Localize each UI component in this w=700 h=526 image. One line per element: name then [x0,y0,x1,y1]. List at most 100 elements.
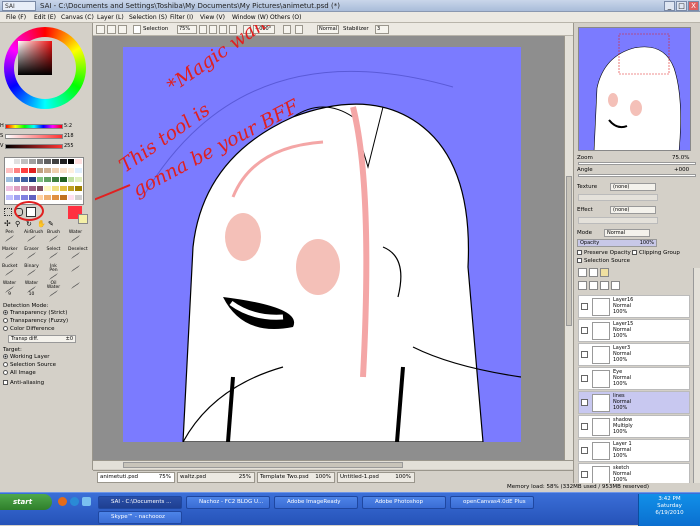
brush-tool[interactable]: Deselect [68,247,88,262]
brush-tool[interactable]: Oil Water [46,281,61,297]
brush-tool[interactable]: Water 9 [2,281,17,297]
layer-visibility-icon[interactable] [581,303,588,310]
drawing-canvas[interactable] [123,47,521,442]
color-swatch[interactable] [36,177,44,182]
invert-tool-icon[interactable] [107,25,116,34]
brush-tool[interactable]: Water [68,230,83,245]
rotate-left-icon[interactable] [243,25,251,34]
clock-time[interactable]: 3:42 PM [639,496,700,503]
task-sai[interactable]: SAI - C:\Documents ... [98,496,182,509]
horizontal-scrollbar[interactable] [93,460,573,469]
anti-aliasing-checkbox[interactable]: Anti-aliasing [3,380,44,387]
selection-source-checkbox[interactable]: Selection Source [577,258,630,265]
layer-row[interactable]: Layer3 Normal 100% [578,343,690,366]
brush-tool[interactable]: Binary [24,264,39,279]
clear-layer-icon[interactable] [600,281,609,290]
mode-dropdown[interactable]: Normal [604,229,650,237]
color-swatch[interactable] [59,177,67,182]
horizontal-scroll-thumb[interactable] [123,462,403,468]
detect-strict-radio[interactable]: Transparency (Strict) [3,310,67,317]
navigator-preview[interactable] [578,27,691,151]
new-layer-icon[interactable] [578,268,587,277]
color-swatch[interactable] [67,186,75,191]
effect-width-slider[interactable] [578,217,658,224]
task-skype[interactable]: Skype™ - nachoooz [98,511,182,524]
firefox-icon[interactable] [58,497,67,506]
color-swatch[interactable] [67,195,75,200]
texture-scale-slider[interactable] [578,194,658,201]
zoom-in-icon[interactable] [209,25,217,34]
color-swatch[interactable] [13,159,21,164]
color-swatch[interactable] [29,195,36,200]
opacity-slider[interactable]: Opacity 100% [577,239,657,247]
tab-animetuti[interactable]: animetuti.psd 75% [97,472,175,483]
layer-visibility-icon[interactable] [581,447,588,454]
color-swatch[interactable] [21,159,29,164]
menu-view[interactable]: View (V) [200,12,225,23]
color-swatch[interactable] [59,186,67,191]
merge-down-icon[interactable] [589,281,598,290]
layer-visibility-icon[interactable] [581,399,588,406]
rotate-icon[interactable]: ↻ [26,220,34,228]
color-wheel[interactable] [4,27,86,109]
task-photoshop[interactable]: Adobe Photoshop [362,496,446,509]
color-swatch[interactable] [44,168,52,173]
color-swatch[interactable] [44,195,52,200]
layer-row[interactable]: Layer15 Normal 100% [578,319,690,342]
deselect-tool-icon[interactable] [96,25,105,34]
color-swatch[interactable] [21,168,29,173]
color-swatch[interactable] [67,168,75,173]
brush-tool[interactable]: Select [46,247,61,262]
color-swatch[interactable] [29,186,36,191]
flip-icon[interactable] [295,25,303,34]
menu-filter[interactable]: Filter (I) [170,12,193,23]
close-button[interactable]: X [688,1,699,11]
secondary-color[interactable] [78,214,88,224]
tab-waltz[interactable]: waltz.psd 25% [177,472,255,483]
menu-edit[interactable]: Edit (E) [34,12,56,23]
target-all-image-radio[interactable]: All Image [3,370,36,377]
color-swatch[interactable] [44,159,52,164]
selection-checkbox[interactable] [133,25,141,34]
color-swatch[interactable] [36,159,44,164]
rect-select-icon[interactable] [4,208,12,216]
brush-tool[interactable]: Water 10 [24,281,39,297]
task-fc2-blog[interactable]: Nachoz - FC2 BLOG U... [186,496,270,509]
color-swatch[interactable] [36,168,44,173]
brush-tool[interactable]: Brush [46,230,61,245]
color-swatch[interactable] [75,159,82,164]
menu-selection[interactable]: Selection (S) [129,12,167,23]
color-swatch[interactable] [59,159,67,164]
layer-row[interactable]: Layer 1 Normal 100% [578,439,690,462]
color-swatch[interactable] [29,168,36,173]
zoom-fit-icon[interactable] [229,25,237,34]
brush-tool[interactable]: AirBrush [24,230,43,245]
color-swatch[interactable] [13,168,21,173]
detect-fuzzy-radio[interactable]: Transparency (Fuzzy) [3,318,68,325]
task-opencanvas[interactable]: openCanvas4.0dE Plus [450,496,534,509]
color-swatch[interactable] [21,186,29,191]
target-working-layer-radio[interactable]: Working Layer [3,354,50,361]
brush-tool[interactable]: Eraser [24,247,39,262]
brush-tool[interactable]: Marker [2,247,18,262]
color-swatch[interactable] [52,186,59,191]
browser-icon[interactable] [70,497,79,506]
brush-tool[interactable] [68,282,83,296]
move-icon[interactable]: ✢ [4,220,12,228]
layer-visibility-icon[interactable] [581,375,588,382]
color-swatch[interactable] [6,177,13,182]
color-swatch[interactable] [67,177,75,182]
brush-tool[interactable] [68,265,83,279]
transfer-down-icon[interactable] [578,281,587,290]
brush-tool[interactable]: Bucket [2,264,17,279]
start-button[interactable]: start [0,494,52,510]
color-swatch[interactable] [44,186,52,191]
stabilizer-dropdown[interactable]: 3 [375,25,389,34]
color-swatch[interactable] [75,177,82,182]
hand-icon[interactable]: ✋ [37,220,46,228]
color-swatch[interactable] [29,177,36,182]
menu-window[interactable]: Window (W) [232,12,268,23]
color-swatches[interactable] [4,157,84,205]
color-swatch[interactable] [75,168,82,173]
color-swatch[interactable] [36,195,44,200]
